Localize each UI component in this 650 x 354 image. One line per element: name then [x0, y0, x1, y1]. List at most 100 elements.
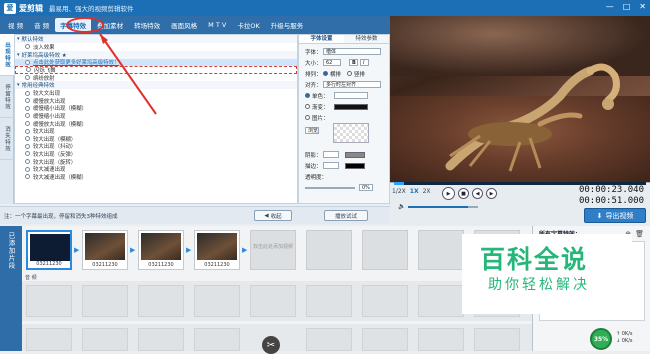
minimize-icon[interactable]: — — [606, 2, 614, 11]
play-test-button[interactable]: 播放试试 — [324, 210, 368, 221]
prev-icon[interactable]: ◀ — [472, 188, 483, 199]
gradient-swatch[interactable] — [334, 103, 368, 110]
menu-styles[interactable]: 画面风格 — [166, 18, 202, 32]
effects-list: ▾ 默认特效 淡入效果 ▾ 好莱坞高级特效 ★ 点击此处获取更多好莱坞高级特效！ 闪… — [14, 34, 298, 204]
outline-color[interactable] — [345, 162, 365, 169]
color-select[interactable] — [334, 92, 368, 99]
clip-item[interactable]: 03211230 — [26, 230, 72, 270]
volume-control: 🔈 — [398, 203, 479, 210]
add-clip-slot[interactable]: 双击此处添加视频 — [250, 230, 296, 270]
speed-half[interactable]: 1/2X — [392, 188, 406, 195]
timeline-side-label: 已添加片段 — [0, 226, 22, 351]
collapse-icon: ▾ — [17, 82, 20, 89]
font-select[interactable]: 楷体 — [323, 48, 381, 55]
opacity-slider[interactable] — [305, 186, 355, 189]
time-total: 00:00:51.000 — [578, 196, 644, 206]
shadow-input[interactable] — [323, 151, 339, 158]
timecode: 00:00:23.040 00:00:51.000 — [579, 185, 644, 207]
tab-appear[interactable]: 出现特效 — [0, 34, 14, 76]
menu-mtv[interactable]: M T V — [203, 19, 231, 31]
export-video-button[interactable]: ⬇ 导出视频 — [584, 208, 646, 223]
collapse-button[interactable]: ◀ 收起 — [254, 210, 292, 221]
bold-button[interactable]: B — [349, 59, 358, 66]
menu-audio[interactable]: 音 频 — [29, 18, 54, 32]
vertical-radio[interactable] — [347, 71, 353, 76]
volume-slider[interactable] — [408, 205, 479, 208]
menu-karaoke[interactable]: 卡拉OK — [232, 18, 264, 32]
clip-item[interactable]: 03211230 — [194, 230, 240, 270]
app-title: 爱剪辑 — [19, 3, 43, 13]
empty-slot — [306, 230, 352, 270]
tab-stay[interactable]: 停留特效 — [0, 76, 14, 118]
app-logo: 爱 — [4, 2, 16, 14]
speaker-icon[interactable]: 🔈 — [398, 203, 405, 210]
window-controls: — □ ✕ — [606, 2, 646, 11]
time-current: 00:00:23.040 — [578, 185, 644, 195]
timeline: 03211230 ▶ 03211230 ▶ 03211230 ▶ 0321123… — [22, 226, 532, 351]
font-settings-panel: 字体设置 特效参数 字体： 楷体 大小： 62 B I 排列： 横排 竖排 对齐… — [298, 34, 390, 204]
next-icon[interactable]: ▶ — [486, 188, 497, 199]
speed-2x[interactable]: 2X — [423, 188, 431, 195]
browse-button[interactable]: 浏览 — [305, 127, 319, 134]
collapse-arrow-icon: ◀ — [264, 212, 269, 219]
horizontal-radio[interactable] — [323, 71, 328, 76]
speed-buttons: 1/2X 1X 2X — [392, 188, 431, 195]
group-header[interactable]: ▾ 常用经典特效 — [15, 81, 297, 90]
outline-input[interactable] — [323, 162, 339, 169]
effect-item[interactable]: 缤纷放射 — [15, 74, 297, 82]
menu-upgrade[interactable]: 升级与服务 — [266, 18, 309, 32]
picture-radio[interactable] — [305, 115, 310, 120]
font-size-input[interactable]: 62 — [323, 59, 341, 66]
tab-font-settings[interactable]: 字体设置 — [299, 35, 344, 43]
empty-slot — [418, 230, 464, 270]
effect-item[interactable]: 较大减速出现（模糊） — [15, 173, 297, 181]
align-select[interactable]: 多行时左对齐 — [323, 81, 381, 88]
app-subtitle: 最易用、强大的视频剪辑软件 — [49, 5, 134, 13]
group-header[interactable]: ▾ 默认特效 — [15, 35, 297, 43]
cpu-usage-badge: 35% — [590, 328, 612, 350]
shadow-color[interactable] — [345, 151, 365, 158]
player-controls: 1/2X 1X 2X ▶ ■ ◀ ▶ 🔈 00:00:23.040 00:00:… — [390, 182, 650, 226]
watermark-title: 百科全说 — [480, 245, 589, 274]
single-color-radio[interactable] — [305, 93, 310, 98]
effect-item[interactable]: 淡入效果 — [15, 43, 297, 51]
watermark-slogan: 助你轻松解决 — [488, 277, 590, 293]
arrow-right-icon: ▶ — [74, 246, 80, 254]
scorpion-frame — [445, 63, 620, 172]
collapse-icon: ▾ — [17, 51, 20, 58]
watermark: 百科全说 助你轻松解决 — [462, 234, 632, 314]
audio-track-label: 音 频 — [25, 275, 37, 281]
tab-effect-params[interactable]: 特效参数 — [344, 35, 389, 43]
clip-item[interactable]: 03211230 — [138, 230, 184, 270]
audio-track — [22, 281, 532, 321]
tab-disappear[interactable]: 消失特效 — [0, 118, 14, 160]
maximize-icon[interactable]: □ — [623, 2, 631, 11]
arrow-right-icon: ▶ — [242, 246, 248, 254]
group-header[interactable]: ▾ 好莱坞高级特效 ★ — [15, 50, 297, 59]
play-icon[interactable]: ▶ — [442, 187, 455, 200]
stop-icon[interactable]: ■ — [458, 188, 469, 199]
menu-transitions[interactable]: 转场特效 — [129, 18, 165, 32]
collapse-icon: ▾ — [17, 36, 20, 42]
effect-type-tabs: 出现特效 停留特效 消失特效 — [0, 34, 14, 204]
italic-button[interactable]: I — [360, 59, 369, 66]
speed-1x[interactable]: 1X — [410, 188, 419, 195]
arrow-right-icon: ▶ — [130, 246, 136, 254]
menu-video[interactable]: 视 频 — [3, 18, 28, 32]
arrow-right-icon: ▶ — [186, 246, 192, 254]
opacity-input[interactable]: 0% — [359, 184, 373, 191]
effect-item[interactable]: 闪烁飞舞 — [15, 66, 297, 74]
export-icon: ⬇ — [596, 211, 603, 220]
scissors-icon[interactable]: ✂ — [262, 336, 280, 354]
effect-item[interactable]: 点击此处获取更多好莱坞高级特效！ — [15, 58, 297, 66]
title-bar: 爱 爱剪辑 最易用、强大的视频剪辑软件 — □ ✕ — [0, 0, 650, 16]
highlight-ellipse — [66, 17, 104, 33]
hint-bar: 注：一个字幕最出现，停留和消失3种特效组成 ◀ 收起 播放试试 — [0, 206, 390, 224]
trash-icon[interactable]: 🗑 — [635, 230, 644, 238]
effect-item[interactable]: 缓慢放大出现（模糊） — [15, 120, 297, 128]
close-icon[interactable]: ✕ — [639, 2, 646, 11]
gradient-radio[interactable] — [305, 104, 310, 109]
video-preview[interactable] — [390, 16, 650, 182]
hint-text: 注：一个字幕最出现，停留和消失3种特效组成 — [4, 213, 118, 220]
clip-item[interactable]: 03211230 — [82, 230, 128, 270]
